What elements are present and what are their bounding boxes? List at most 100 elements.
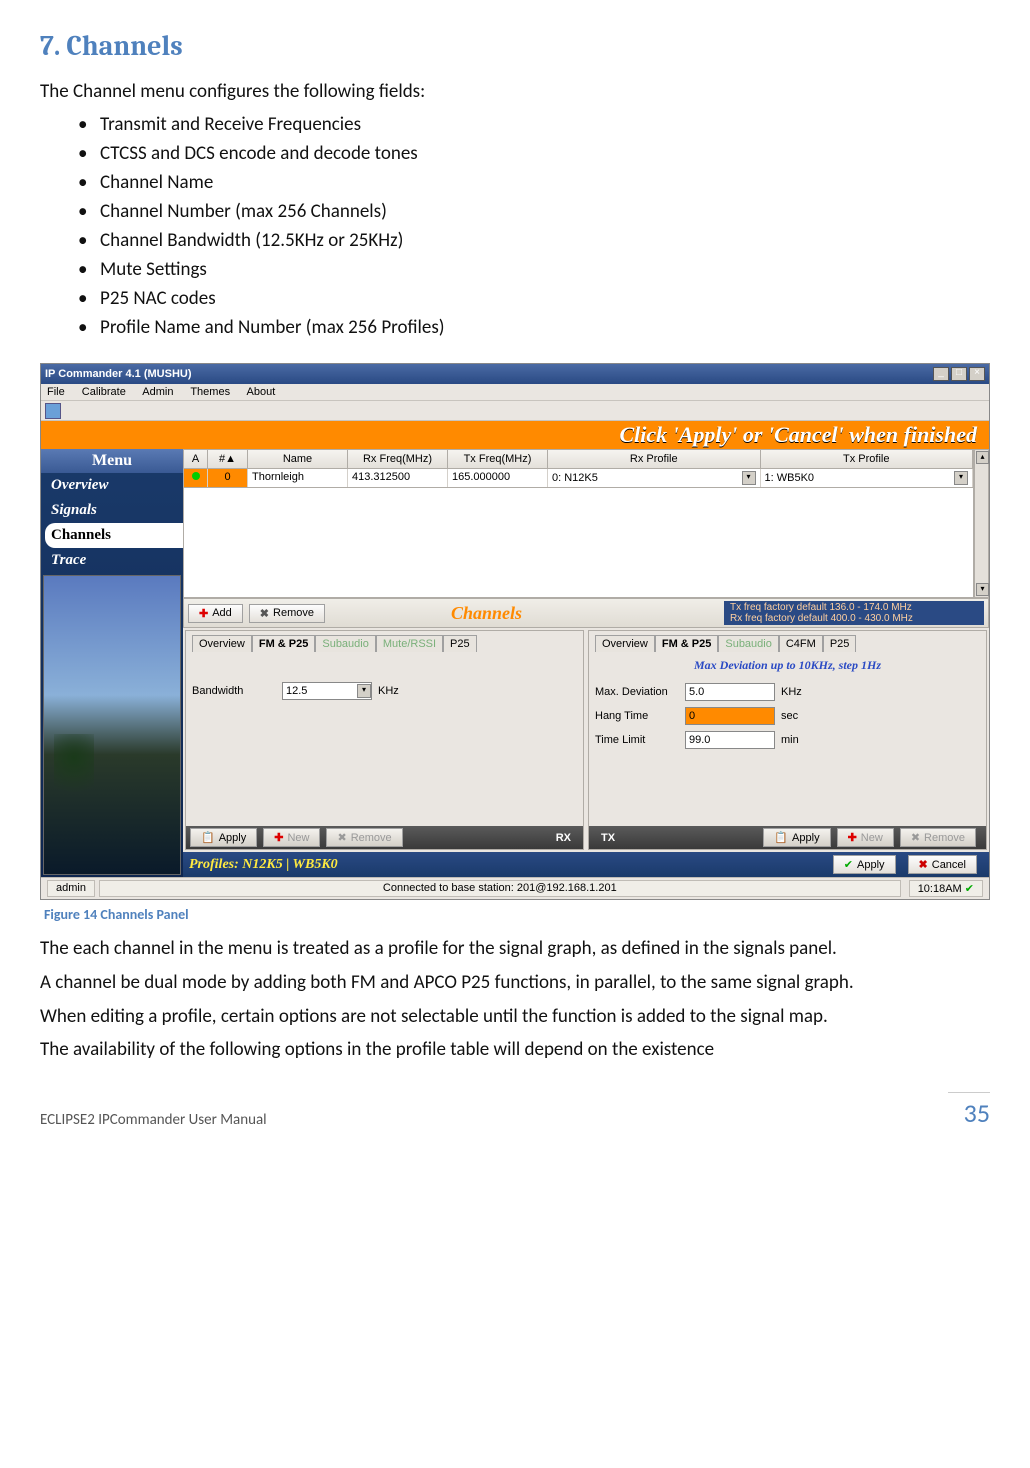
menu-themes[interactable]: Themes <box>190 386 230 398</box>
col-a[interactable]: A <box>184 450 208 468</box>
profiles-bar: Profiles: N12K5 | WB5K0 ✔Apply ✖Cancel <box>183 852 989 877</box>
tab-fm-p25[interactable]: FM & P25 <box>252 635 316 652</box>
maxdev-input[interactable] <box>685 683 775 701</box>
banner: Click 'Apply' or 'Cancel' when finished <box>41 421 989 449</box>
tab-fm-p25[interactable]: FM & P25 <box>655 635 719 652</box>
sidebar-item-overview[interactable]: Overview <box>41 473 183 498</box>
col-txfreq[interactable]: Tx Freq(MHz) <box>448 450 548 468</box>
tx-new-label: New <box>861 832 883 844</box>
tab-p25[interactable]: P25 <box>823 635 857 652</box>
close-button[interactable]: × <box>969 367 985 381</box>
sidebar-image <box>43 575 181 875</box>
tab-subaudio[interactable]: Subaudio <box>315 635 376 652</box>
add-button[interactable]: ✚Add <box>188 604 243 623</box>
rx-apply-button[interactable]: 📋Apply <box>190 828 257 847</box>
rx-new-button[interactable]: ✚New <box>263 828 320 847</box>
tx-remove-label: Remove <box>924 832 965 844</box>
tab-p25[interactable]: P25 <box>443 635 477 652</box>
cell-name[interactable]: Thornleigh <box>248 469 348 487</box>
timelimit-input[interactable] <box>685 731 775 749</box>
cancel-button[interactable]: ✖Cancel <box>908 855 977 874</box>
cell-txfreq[interactable]: 165.000000 <box>448 469 548 487</box>
bandwidth-label: Bandwidth <box>192 685 282 697</box>
plus-icon: ✚ <box>848 831 857 844</box>
bandwidth-select[interactable]: 12.5 ▾ <box>282 682 372 700</box>
tx-default-text: Tx freq factory default 136.0 - 174.0 MH… <box>730 602 978 613</box>
bandwidth-unit: KHz <box>378 685 399 697</box>
titlebar: IP Commander 4.1 (MUSHU) _ □ × <box>41 364 989 384</box>
remove-label: Remove <box>273 607 314 619</box>
maxdev-label: Max. Deviation <box>595 686 685 698</box>
channels-title: Channels <box>451 603 522 624</box>
tab-subaudio[interactable]: Subaudio <box>718 635 779 652</box>
main-pane: A #▲ Name Rx Freq(MHz) Tx Freq(MHz) Rx P… <box>183 449 989 877</box>
maxdev-unit: KHz <box>781 686 802 698</box>
cell-txprofile[interactable]: 1: WB5K0 ▾ <box>761 469 974 487</box>
rx-remove-button[interactable]: ✖Remove <box>326 828 402 847</box>
cell-rxfreq[interactable]: 413.312500 <box>348 469 448 487</box>
list-item: Channel Bandwidth (12.5KHz or 25KHz) <box>100 229 990 252</box>
rx-profile-value: 0: N12K5 <box>552 472 598 484</box>
tx-remove-button[interactable]: ✖ Remove <box>900 828 976 847</box>
apply-label: Apply <box>857 859 885 871</box>
sidebar-item-signals[interactable]: Signals <box>41 498 183 523</box>
freq-defaults: Tx freq factory default 136.0 - 174.0 MH… <box>724 601 984 625</box>
timelimit-unit: min <box>781 734 799 746</box>
col-txprofile[interactable]: Tx Profile <box>761 450 974 468</box>
minus-icon: ✖ <box>911 831 920 844</box>
tx-new-button[interactable]: ✚ New <box>837 828 894 847</box>
minus-icon: ✖ <box>337 831 346 844</box>
menu-admin[interactable]: Admin <box>142 386 173 398</box>
cell-rxprofile[interactable]: 0: N12K5 ▾ <box>548 469 761 487</box>
intro-text: The Channel menu configures the followin… <box>40 80 990 103</box>
col-rxfreq[interactable]: Rx Freq(MHz) <box>348 450 448 468</box>
tab-mute-rssi[interactable]: Mute/RSSI <box>376 635 443 652</box>
timelimit-label: Time Limit <box>595 734 685 746</box>
chevron-down-icon[interactable]: ▾ <box>357 684 371 698</box>
clock-text: 10:18AM <box>918 883 962 895</box>
rx-footer: 📋Apply ✚New ✖Remove RX <box>186 826 583 849</box>
body-paragraph: A channel be dual mode by adding both FM… <box>40 971 990 995</box>
rx-panel: Overview FM & P25 Subaudio Mute/RSSI P25… <box>185 630 584 850</box>
list-item: Profile Name and Number (max 256 Profile… <box>100 316 990 339</box>
status-time: 10:18AM ✔ <box>909 880 983 897</box>
maximize-button[interactable]: □ <box>951 367 967 381</box>
tab-overview[interactable]: Overview <box>192 635 252 652</box>
list-item: Channel Name <box>100 171 990 194</box>
status-user: admin <box>47 880 95 897</box>
copy-icon: 📋 <box>774 831 788 844</box>
col-name[interactable]: Name <box>248 450 348 468</box>
copy-icon: 📋 <box>201 831 215 844</box>
toolbar-icon[interactable] <box>45 403 61 419</box>
remove-button[interactable]: ✖ Remove <box>249 604 325 623</box>
minimize-button[interactable]: _ <box>933 367 949 381</box>
scroll-down-icon[interactable]: ▾ <box>976 583 989 596</box>
cancel-label: Cancel <box>932 859 966 871</box>
channels-toolbar: ✚Add ✖ Remove Channels Tx freq factory de… <box>183 598 989 628</box>
sidebar-item-channels[interactable]: Channels <box>45 523 183 548</box>
sidebar-item-trace[interactable]: Trace <box>41 548 183 573</box>
chevron-down-icon[interactable]: ▾ <box>742 471 756 485</box>
col-num[interactable]: #▲ <box>208 450 248 468</box>
minus-icon: ✖ <box>260 607 269 620</box>
bullet-list: Transmit and Receive Frequencies CTCSS a… <box>40 113 990 339</box>
tx-apply-button[interactable]: 📋 Apply <box>763 828 830 847</box>
tx-apply-label: Apply <box>792 832 820 844</box>
apply-button[interactable]: ✔Apply <box>833 855 896 874</box>
menu-file[interactable]: File <box>47 386 65 398</box>
hangtime-input[interactable] <box>685 707 775 725</box>
tab-overview[interactable]: Overview <box>595 635 655 652</box>
col-rxprofile[interactable]: Rx Profile <box>548 450 761 468</box>
menubar: File Calibrate Admin Themes About <box>41 384 989 401</box>
scroll-up-icon[interactable]: ▴ <box>976 451 989 464</box>
menu-about[interactable]: About <box>247 386 276 398</box>
table-row[interactable]: 0 Thornleigh 413.312500 165.000000 0: N1… <box>183 469 974 488</box>
list-item: CTCSS and DCS encode and decode tones <box>100 142 990 165</box>
tab-c4fm[interactable]: C4FM <box>779 635 823 652</box>
chevron-down-icon[interactable]: ▾ <box>954 471 968 485</box>
tx-profile-value: 1: WB5K0 <box>765 472 815 484</box>
cell-indicator <box>184 469 208 487</box>
body-paragraph: The availability of the following option… <box>40 1038 990 1062</box>
menu-calibrate[interactable]: Calibrate <box>82 386 126 398</box>
cell-num: 0 <box>208 469 248 487</box>
